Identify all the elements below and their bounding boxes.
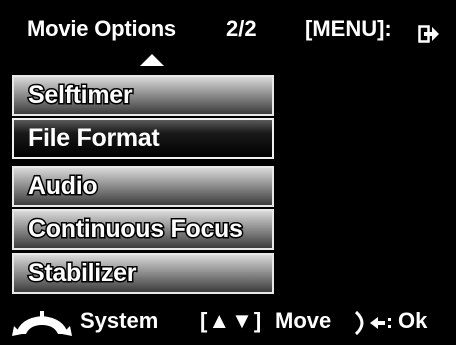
page-indicator: 2/2 (226, 16, 257, 41)
move-label: Move (275, 308, 332, 333)
menu-item-label: File Format (28, 124, 160, 152)
scroll-up-arrow-icon (140, 54, 164, 66)
menu-header: Movie Options 2/2 [MENU]: (0, 0, 456, 66)
menu-item-label: Selftimer (26, 80, 134, 111)
up-down-keys-icon: [▲▼] (200, 308, 263, 333)
exit-arrow-icon (418, 25, 439, 43)
menu-item-continuous-focus[interactable]: Continuous Focus (12, 209, 274, 250)
system-label: System (80, 308, 159, 333)
menu-title: Movie Options (27, 16, 176, 41)
menu-item-label: Continuous Focus (27, 214, 245, 245)
menu-item-selftimer[interactable]: Selftimer (12, 75, 274, 116)
ok-arrow-icon (354, 310, 391, 336)
menu-button-hint: [MENU]: (305, 16, 392, 41)
menu-item-audio[interactable]: Audio (12, 166, 274, 207)
button-hint-bar: System [▲▼] Move Ok (0, 300, 456, 345)
camera-menu-screen: Movie Options 2/2 [MENU]: Selftimer File… (0, 0, 456, 345)
system-dial-icon (12, 311, 72, 336)
ok-label: Ok (398, 308, 428, 333)
menu-item-stabilizer[interactable]: Stabilizer (12, 253, 274, 294)
menu-item-label: Stabilizer (26, 258, 137, 289)
menu-item-file-format[interactable]: File Format (12, 118, 274, 159)
menu-item-label: Audio (26, 171, 99, 202)
